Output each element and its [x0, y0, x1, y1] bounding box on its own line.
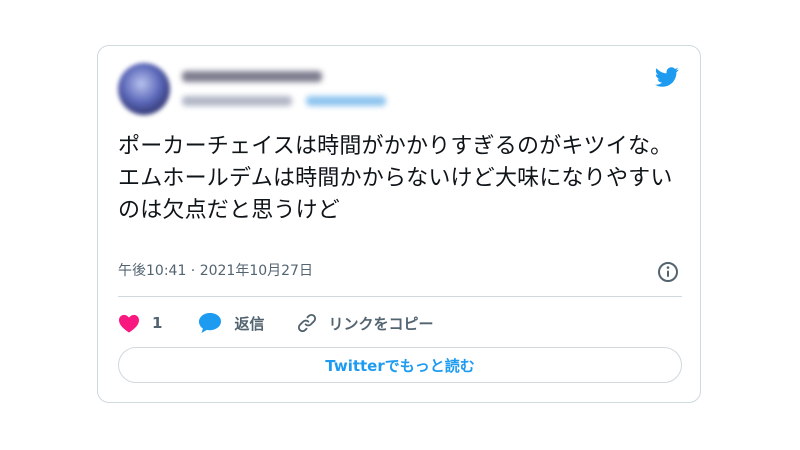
copy-link-button[interactable]: リンクをコピー [296, 312, 433, 334]
read-more-button[interactable]: Twitterでもっと読む [118, 347, 682, 383]
info-icon[interactable] [656, 260, 680, 284]
reply-bubble-icon [199, 313, 222, 333]
reply-label: 返信 [234, 314, 265, 333]
copy-link-label: リンクをコピー [328, 314, 434, 333]
blurred-username [182, 96, 292, 106]
tweet-timestamp[interactable]: 午後10:41 · 2021年10月27日 [118, 260, 313, 280]
heart-icon [119, 314, 139, 333]
tweet-text: ポーカーチェイスは時間がかかりすぎるのがキツイな。 エムホールデムは時間かからな… [118, 134, 673, 223]
link-icon [298, 313, 317, 333]
tweet-card: ポーカーチェイスは時間がかかりすぎるのがキツイな。 エムホールデムは時間かからな… [97, 45, 701, 403]
divider [118, 296, 682, 297]
like-count: 1 [152, 314, 163, 332]
blurred-follow-link[interactable] [306, 96, 386, 106]
like-button[interactable]: 1 [118, 313, 162, 333]
reply-button[interactable]: 返信 [198, 312, 264, 334]
twitter-bird-icon[interactable] [652, 65, 682, 89]
blurred-display-name [182, 71, 322, 82]
action-bar: 1 返信 リンクをコピー [118, 308, 433, 338]
avatar[interactable] [118, 63, 170, 115]
